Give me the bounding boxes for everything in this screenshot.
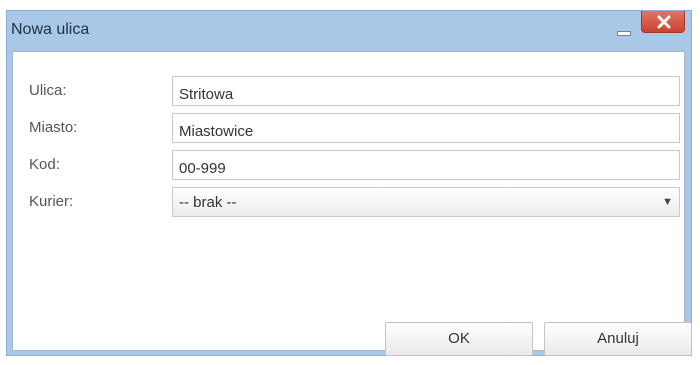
chevron-down-icon: ▼ [662, 196, 673, 208]
postal-code-input[interactable] [172, 150, 680, 180]
dialog-title: Nowa ulica [11, 21, 90, 38]
city-input[interactable] [172, 113, 680, 143]
minimize-icon [617, 31, 631, 36]
courier-row: Kurier: -- brak -- ▼ [13, 187, 684, 217]
close-icon [657, 15, 671, 29]
form-panel: Ulica: Miasto: Kod: Kurier: -- brak -- ▼… [12, 51, 692, 356]
city-label: Miasto: [29, 119, 78, 136]
city-row: Miasto: [13, 113, 684, 143]
title-bar[interactable]: Nowa ulica [7, 11, 691, 51]
street-input[interactable] [172, 76, 680, 106]
cancel-button[interactable]: Anuluj [544, 322, 692, 356]
new-street-dialog: Nowa ulica Ulica: Miasto: Kod: Kurier: -… [6, 10, 692, 356]
courier-selected-value: -- brak -- [179, 194, 237, 211]
postal-code-label: Kod: [29, 156, 60, 173]
ok-button[interactable]: OK [385, 322, 533, 356]
minimize-button[interactable] [611, 21, 635, 41]
courier-select[interactable]: -- brak -- ▼ [172, 187, 680, 217]
courier-label: Kurier: [29, 193, 74, 210]
street-label: Ulica: [29, 82, 67, 99]
street-row: Ulica: [13, 76, 684, 106]
close-button[interactable] [641, 11, 685, 33]
postal-code-row: Kod: [13, 150, 684, 180]
